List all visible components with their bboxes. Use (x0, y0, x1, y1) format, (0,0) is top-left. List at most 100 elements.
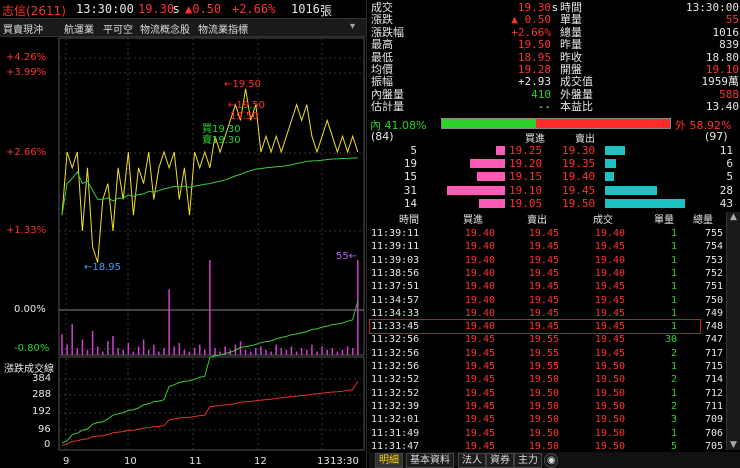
quote-value: 1959萬 (701, 75, 740, 89)
ask-depth-bar (605, 185, 657, 195)
tick-cell: 19.45 (594, 241, 625, 253)
tick-cell: 11:32:01 (371, 414, 420, 426)
tick-cell: 19.55 (528, 334, 559, 346)
tick-cell: 2 (670, 400, 677, 412)
tick-header: 買進 (463, 215, 483, 226)
tick-cell: 1 (670, 294, 677, 306)
vol-y-0: 0 (44, 439, 51, 450)
tick-header: 成交 (593, 215, 613, 226)
price-line (61, 88, 359, 263)
tick-cell: 11:39:03 (371, 254, 420, 266)
tick-cell: 755 (704, 228, 723, 239)
vol-y-192: 192 (32, 406, 52, 417)
tick-cell: 11:39:11 (371, 241, 420, 253)
tick-cell: 19.45 (464, 334, 495, 346)
tick-cell: 19.50 (528, 440, 559, 452)
header-price: 19.30 (138, 2, 175, 16)
x-label-12: 12 (254, 456, 267, 467)
ask-volume: 11 (719, 144, 733, 157)
tick-cell: 1 (670, 254, 677, 266)
ask-volume: 6 (726, 157, 733, 171)
tick-header: 時間 (399, 215, 419, 226)
scroll-up-icon[interactable]: ▲ (727, 212, 740, 222)
ask-depth-bar (605, 198, 685, 208)
tick-cell: 2 (670, 347, 677, 359)
tick-cell: 19.40 (464, 241, 495, 253)
tick-cell: 11:37:51 (371, 281, 420, 293)
tick-cell: 11:31:49 (371, 427, 420, 439)
tick-cell: 19.40 (594, 267, 625, 279)
quote-value: 13:30:00 (686, 1, 739, 14)
tick-header: 單量 (654, 215, 674, 226)
quote-value: 19.10 (705, 63, 739, 76)
tick-cell: 30 (664, 334, 677, 346)
tab-main-force[interactable]: 主力 (514, 453, 542, 468)
dropdown-arrow-icon[interactable]: ▾ (350, 21, 355, 32)
x-label-1330: 13:30 (330, 456, 359, 467)
globe-icon[interactable]: ◉ (544, 453, 558, 468)
y-label-neg: -0.80% (14, 343, 50, 354)
y-label-1-33: +1.33% (6, 225, 47, 236)
tab-margin[interactable]: 資券 (486, 453, 514, 468)
tick-cell: 747 (704, 334, 723, 346)
tick-cell: 19.45 (464, 400, 495, 412)
y-label-2-66: +2.66% (6, 147, 47, 158)
quote-label: 內盤量 (371, 87, 404, 101)
tick-cell: 717 (704, 347, 723, 359)
quote-value: 1016 (712, 25, 740, 39)
tick-cell: 5 (670, 440, 677, 452)
quote-value: 19.50 (517, 38, 551, 52)
tab-logistics-index[interactable]: 物流業指標 (198, 21, 248, 36)
tick-cell: 1 (670, 307, 677, 319)
scroll-down-icon[interactable]: ▼ (727, 440, 740, 450)
x-label-10: 10 (124, 456, 137, 467)
header-time: 13:30:00 (76, 2, 134, 16)
high-annotation: ←19.50 (224, 79, 262, 90)
tick-scrollbar[interactable]: ▲ ▼ (726, 212, 740, 450)
quote-label: 漲跌 (371, 13, 393, 27)
stock-name[interactable]: 志信(2611) (2, 2, 66, 19)
tick-cell: 1 (670, 361, 677, 372)
y-label-4-26: +4.26% (6, 52, 47, 63)
header-change: ▲0.50 (185, 2, 222, 16)
stock-header: 志信(2611) 13:30:00 19.30 s ▲0.50 +2.66% 1… (0, 0, 366, 19)
tick-cell: 1 (670, 387, 677, 399)
tick-cell: 19.50 (528, 387, 559, 399)
tab-basic-info[interactable]: 基本資料 (406, 453, 454, 468)
ask-depth-bar (605, 146, 625, 155)
tick-cell: 19.45 (528, 307, 559, 319)
tab-detail[interactable]: 明細 (375, 453, 403, 468)
mid-annotation-1: ←19.50 (228, 100, 266, 111)
tick-cell: 19.40 (594, 254, 625, 266)
quote-label: 最低 (371, 50, 393, 64)
tick-cell: 11:32:52 (371, 387, 420, 399)
tick-cell: 753 (704, 254, 723, 266)
quote-label: 外盤量 (560, 87, 593, 101)
quote-label: 漲跌幅 (371, 25, 404, 39)
ratio-bar-inner-fill (442, 119, 536, 128)
ask-volume: 43 (719, 196, 733, 210)
tick-cell: 19.50 (594, 361, 625, 372)
x-label-13: 13 (317, 456, 330, 467)
quote-value: ▲ 0.50 (511, 13, 551, 27)
tick-cell: 19.45 (528, 241, 559, 253)
tick-cell: 19.40 (464, 294, 495, 306)
bid-price: 19.20 (509, 157, 543, 171)
ask-total: (97) (705, 130, 728, 143)
tick-cell: 1 (670, 281, 677, 293)
ratio-bar (441, 118, 671, 129)
tab-logistics-concept[interactable]: 物流概念股 (140, 21, 190, 36)
tick-cell: 19.45 (464, 427, 495, 439)
intraday-panel: 志信(2611) 13:30:00 19.30 s ▲0.50 +2.66% 1… (0, 0, 366, 468)
tick-cell: 714 (704, 374, 723, 386)
tick-cell: 19.55 (528, 347, 559, 359)
tick-cell: 11:38:56 (371, 267, 420, 279)
tick-cell: 11:32:39 (371, 400, 420, 412)
quote-label: 振幅 (371, 75, 393, 89)
tick-cell: 19.50 (594, 387, 625, 399)
tab-institutional[interactable]: 法人 (458, 453, 486, 468)
tab-short[interactable]: 平可空 (103, 21, 133, 36)
tab-shipping[interactable]: 航運業 (64, 21, 94, 36)
tab-day-trade[interactable]: 買賣現沖 (3, 21, 43, 36)
quote-value: 410 (531, 87, 551, 101)
